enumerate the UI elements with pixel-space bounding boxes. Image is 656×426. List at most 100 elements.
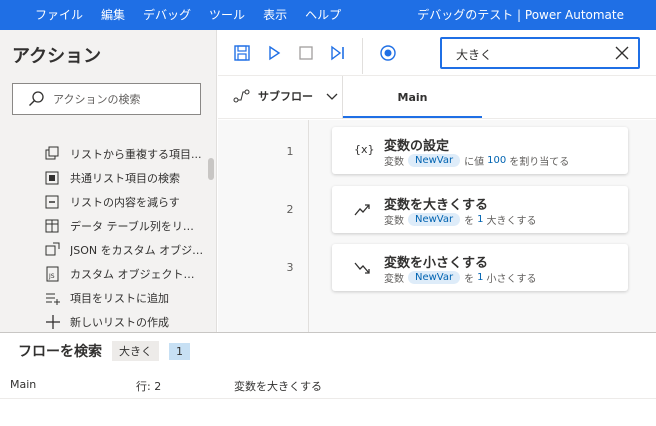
action-item-js-object[interactable]: JS カスタム オブジェクトを JS...: [44, 262, 204, 286]
gutter-divider: [308, 120, 309, 332]
flow-canvas: 1 {x} 変数の設定 変数 NewVar に値 100 を割り当てる 2 変数…: [218, 120, 656, 332]
menu-file[interactable]: ファイル: [26, 0, 92, 30]
save-button[interactable]: [232, 43, 252, 63]
search-query-badge: 大きく: [112, 341, 159, 361]
stop-button[interactable]: [296, 43, 316, 63]
subflow-icon: [232, 88, 252, 104]
value-text: 1: [477, 272, 484, 283]
run-button[interactable]: [264, 43, 284, 63]
desc-text: に値: [464, 157, 485, 168]
action-search-placeholder: アクションの検索: [53, 93, 141, 106]
step-decrease-variable[interactable]: 変数を小さくする 変数 NewVar を 1 小さくする: [332, 244, 628, 291]
menu-view[interactable]: 表示: [254, 0, 296, 30]
result-count-badge: 1: [169, 342, 190, 360]
table-row[interactable]: Main 行: 2 変数を大きくする: [0, 373, 656, 399]
action-item-label: リストの内容を減らす: [70, 196, 180, 209]
toolbar: 大きく: [218, 30, 656, 76]
variable-chip: NewVar: [408, 271, 461, 284]
action-item-find-common[interactable]: 共通リスト項目の検索: [44, 166, 204, 190]
trend-up-icon: [354, 202, 372, 218]
step-increase-variable[interactable]: 変数を大きくする 変数 NewVar を 1 大きくする: [332, 186, 628, 233]
menu-bar: ファイル 編集 デバッグ ツール 表示 ヘルプ: [0, 0, 350, 30]
value-text: 100: [487, 155, 507, 166]
step-title: 変数を大きくする: [384, 198, 489, 213]
step-forward-icon: [331, 45, 344, 61]
desc-text: 大きくする: [486, 216, 537, 227]
menu-tools[interactable]: ツール: [200, 0, 254, 30]
step-title: 変数の設定: [384, 139, 450, 154]
action-item-datatable[interactable]: データ テーブル列をリスト...: [44, 214, 204, 238]
step-description: 変数 NewVar を 1 小さくする: [384, 270, 537, 285]
action-item-create-list[interactable]: 新しいリストの作成: [44, 310, 204, 334]
subtract-list-icon: [44, 194, 62, 210]
find-panel-title: フローを検索: [18, 344, 102, 360]
trend-down-icon: [354, 260, 372, 276]
plus-icon: [44, 314, 62, 330]
action-list: リストから重複する項目... 共通リスト項目の検索 リストの内容を減らす データ…: [44, 142, 204, 334]
variable-icon: {x}: [354, 143, 375, 156]
menu-help[interactable]: ヘルプ: [296, 0, 350, 30]
tab-active-indicator: [343, 116, 482, 118]
action-item-label: 新しいリストの作成: [70, 316, 169, 329]
save-icon: [234, 45, 250, 61]
action-item-label: 共通リスト項目の検索: [70, 172, 180, 185]
desc-text: 変数: [384, 157, 404, 168]
recorder-button[interactable]: [378, 43, 398, 63]
datatable-icon: [44, 218, 62, 234]
actions-scrollbar[interactable]: [208, 158, 214, 180]
line-number: 1: [286, 145, 294, 158]
tab-main[interactable]: Main: [343, 76, 482, 118]
action-item-subtract-list[interactable]: リストの内容を減らす: [44, 190, 204, 214]
record-icon: [380, 45, 396, 61]
step-title: 変数を小さくする: [384, 256, 489, 271]
desc-text: 変数: [384, 216, 404, 227]
variable-chip: NewVar: [408, 154, 461, 167]
stop-icon: [299, 46, 313, 60]
find-in-flow-panel: フローを検索 大きく 1 Main 行: 2 変数を大きくする: [0, 332, 656, 426]
result-line: 行: 2: [136, 380, 162, 393]
tab-main-label: Main: [397, 90, 428, 104]
line-number: 3: [286, 261, 294, 274]
result-subflow: Main: [10, 378, 37, 391]
flow-search-input[interactable]: 大きく: [440, 37, 640, 69]
add-to-list-icon: [44, 290, 62, 306]
title-bar: ファイル 編集 デバッグ ツール 表示 ヘルプ デバッグのテスト | Power…: [0, 0, 656, 30]
svg-text:JS: JS: [48, 273, 55, 280]
action-item-remove-duplicates[interactable]: リストから重複する項目...: [44, 142, 204, 166]
value-text: 1: [477, 214, 484, 225]
variable-chip: NewVar: [408, 213, 461, 226]
desc-text: を: [464, 274, 475, 285]
js-object-icon: JS: [44, 266, 62, 282]
action-search-input[interactable]: アクションの検索: [12, 83, 201, 115]
play-icon: [269, 45, 281, 61]
step-description: 変数 NewVar に値 100 を割り当てる: [384, 153, 569, 168]
run-next-action-button[interactable]: [328, 43, 348, 63]
desc-text: を: [464, 216, 475, 227]
action-item-label: データ テーブル列をリスト...: [70, 220, 204, 233]
menu-debug[interactable]: デバッグ: [134, 0, 200, 30]
flow-search-value: 大きく: [456, 48, 493, 62]
action-item-label: カスタム オブジェクトを JS...: [70, 268, 204, 281]
close-icon[interactable]: [614, 45, 630, 61]
window-title: デバッグのテスト | Power Automate: [417, 8, 624, 22]
chevron-down-icon: [325, 91, 339, 101]
tabs-row: サブフロー Main: [218, 76, 656, 119]
subflow-dropdown[interactable]: サブフロー: [232, 88, 339, 104]
desc-text: 変数: [384, 274, 404, 285]
json-convert-icon: [44, 242, 62, 258]
action-item-add-to-list[interactable]: 項目をリストに追加: [44, 286, 204, 310]
line-number: 2: [286, 203, 294, 216]
action-item-label: JSON をカスタム オブジェ...: [70, 244, 204, 257]
remove-duplicates-icon: [44, 146, 62, 162]
search-icon: [27, 90, 45, 108]
desc-text: 小さくする: [486, 274, 537, 285]
actions-pane-title: アクション: [12, 46, 102, 67]
find-panel-header: フローを検索 大きく 1: [18, 341, 190, 361]
menu-edit[interactable]: 編集: [92, 0, 134, 30]
action-item-json-convert[interactable]: JSON をカスタム オブジェ...: [44, 238, 204, 262]
actions-pane: アクション アクションの検索 リストから重複する項目... 共通リスト項目の検索…: [0, 30, 217, 332]
desc-text: を割り当てる: [509, 157, 570, 168]
step-description: 変数 NewVar を 1 大きくする: [384, 212, 537, 227]
result-action: 変数を大きくする: [234, 380, 322, 393]
step-set-variable[interactable]: {x} 変数の設定 変数 NewVar に値 100 を割り当てる: [332, 127, 628, 174]
